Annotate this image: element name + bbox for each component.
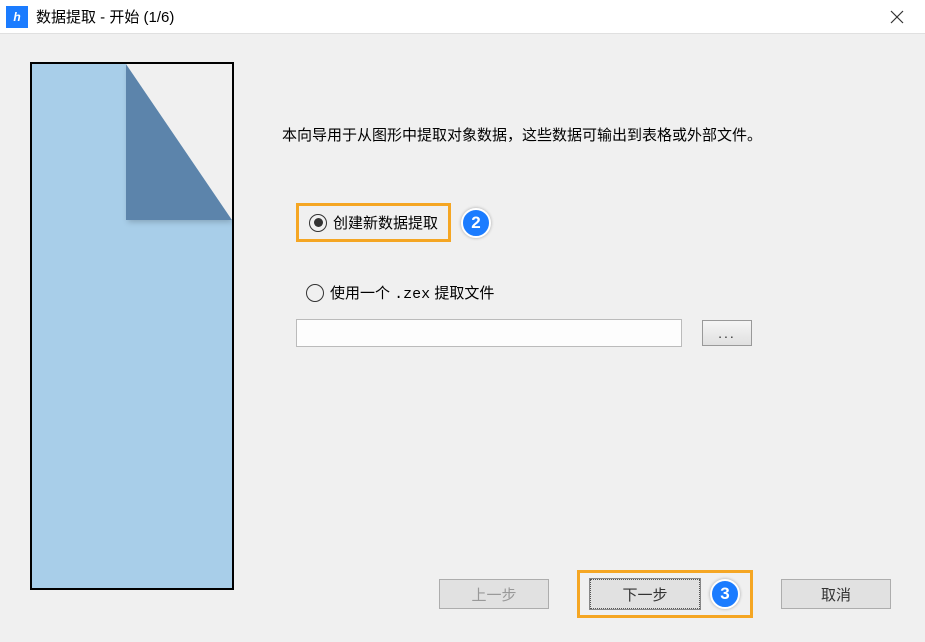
wizard-description: 本向导用于从图形中提取对象数据，这些数据可输出到表格或外部文件。: [282, 124, 891, 145]
cancel-button[interactable]: 取消: [781, 579, 891, 609]
browse-button[interactable]: ...: [702, 320, 752, 346]
titlebar-left: h 数据提取 - 开始 (1/6): [6, 6, 174, 28]
next-button-highlight: 下一步 3: [577, 570, 753, 618]
preview-panel: [30, 62, 234, 624]
wizard-buttons: 上一步 下一步 3 取消: [439, 570, 891, 618]
extraction-mode-group: 创建新数据提取 2 使用一个 .zex 提取文件 ...: [282, 203, 891, 347]
app-icon: h: [6, 6, 28, 28]
prev-button[interactable]: 上一步: [439, 579, 549, 609]
option-use-file-row: 使用一个 .zex 提取文件: [296, 276, 891, 309]
option-create-new-row: 创建新数据提取 2: [296, 203, 891, 242]
option-create-new-highlight: 创建新数据提取: [296, 203, 451, 242]
titlebar: h 数据提取 - 开始 (1/6): [0, 0, 925, 34]
file-path-input[interactable]: [296, 319, 682, 347]
radio-use-file-label[interactable]: 使用一个 .zex 提取文件: [330, 282, 494, 303]
options-panel: 本向导用于从图形中提取对象数据，这些数据可输出到表格或外部文件。 创建新数据提取…: [282, 62, 891, 624]
preview-image: [30, 62, 234, 590]
radio-create-new-label[interactable]: 创建新数据提取: [333, 212, 438, 233]
step-badge-2: 2: [461, 208, 491, 238]
step-badge-3: 3: [710, 579, 740, 609]
use-file-prefix: 使用一个: [330, 285, 394, 302]
wizard-content: 本向导用于从图形中提取对象数据，这些数据可输出到表格或外部文件。 创建新数据提取…: [0, 34, 925, 642]
close-icon[interactable]: [879, 3, 915, 31]
use-file-ext: .zex: [394, 286, 430, 303]
use-file-suffix: 提取文件: [430, 285, 494, 302]
file-select-row: ...: [296, 319, 891, 347]
radio-use-file[interactable]: [306, 284, 324, 302]
window-title: 数据提取 - 开始 (1/6): [36, 6, 174, 27]
next-button[interactable]: 下一步: [590, 579, 700, 609]
option-use-file-wrap: 使用一个 .zex 提取文件: [296, 276, 504, 309]
radio-create-new[interactable]: [309, 214, 327, 232]
